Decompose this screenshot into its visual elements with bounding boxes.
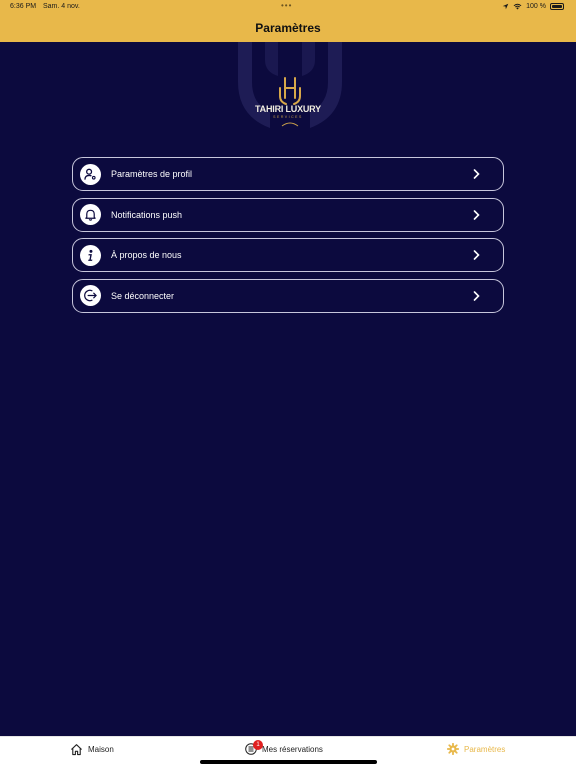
tab-label: Maison <box>88 745 114 754</box>
tab-settings[interactable]: Paramètres <box>447 743 505 755</box>
battery-icon <box>550 3 564 10</box>
status-bar: 6:36 PM Sam. 4 nov. ••• 100 % <box>0 1 576 13</box>
profile-settings-item[interactable]: Paramètres de profil <box>72 157 504 191</box>
notification-badge: 1 <box>253 740 263 750</box>
page-title: Paramètres <box>255 21 321 35</box>
settings-menu: Paramètres de profil Notifications push … <box>72 157 504 319</box>
menu-item-label: Paramètres de profil <box>111 169 193 179</box>
brand-name: TAHIRI LUXURY <box>255 104 321 114</box>
user-settings-icon <box>80 163 101 185</box>
battery-percent: 100 % <box>526 3 546 10</box>
tab-home[interactable]: Maison <box>70 743 114 756</box>
reservations-icon-wrap: 1 <box>245 740 263 755</box>
menu-item-label: Notifications push <box>111 209 183 220</box>
menu-item-label: À propos de nous <box>111 250 182 260</box>
wifi-icon <box>513 3 522 10</box>
location-icon <box>502 3 509 10</box>
chevron-right-icon <box>464 245 488 265</box>
tab-label: Paramètres <box>464 744 506 754</box>
menu-item-label: Se déconnecter <box>111 290 175 301</box>
status-right: 100 % <box>502 3 564 10</box>
tab-reservations[interactable]: 1 Mes réservations <box>245 740 323 755</box>
bell-icon <box>80 204 101 225</box>
push-notifications-item[interactable]: Notifications push <box>72 197 504 232</box>
home-indicator[interactable] <box>200 760 377 764</box>
chevron-right-icon <box>464 164 488 184</box>
chevron-right-icon <box>464 286 488 306</box>
about-us-item[interactable]: À propos de nous <box>72 238 504 272</box>
home-icon <box>71 744 82 756</box>
logout-item[interactable]: Se déconnecter <box>72 278 504 313</box>
brand-subtitle: SERVICES <box>273 115 303 119</box>
gear-icon <box>447 743 459 755</box>
header-bar: 6:36 PM Sam. 4 nov. ••• 100 % Paramètres <box>0 0 576 42</box>
logout-icon <box>80 285 101 306</box>
status-date: Sam. 4 nov. <box>43 3 80 10</box>
tab-label: Mes réservations <box>262 744 323 754</box>
chevron-right-icon <box>464 205 488 225</box>
info-icon <box>80 244 101 266</box>
status-time: 6:36 PM <box>10 3 37 10</box>
multitask-dots[interactable]: ••• <box>281 1 292 10</box>
